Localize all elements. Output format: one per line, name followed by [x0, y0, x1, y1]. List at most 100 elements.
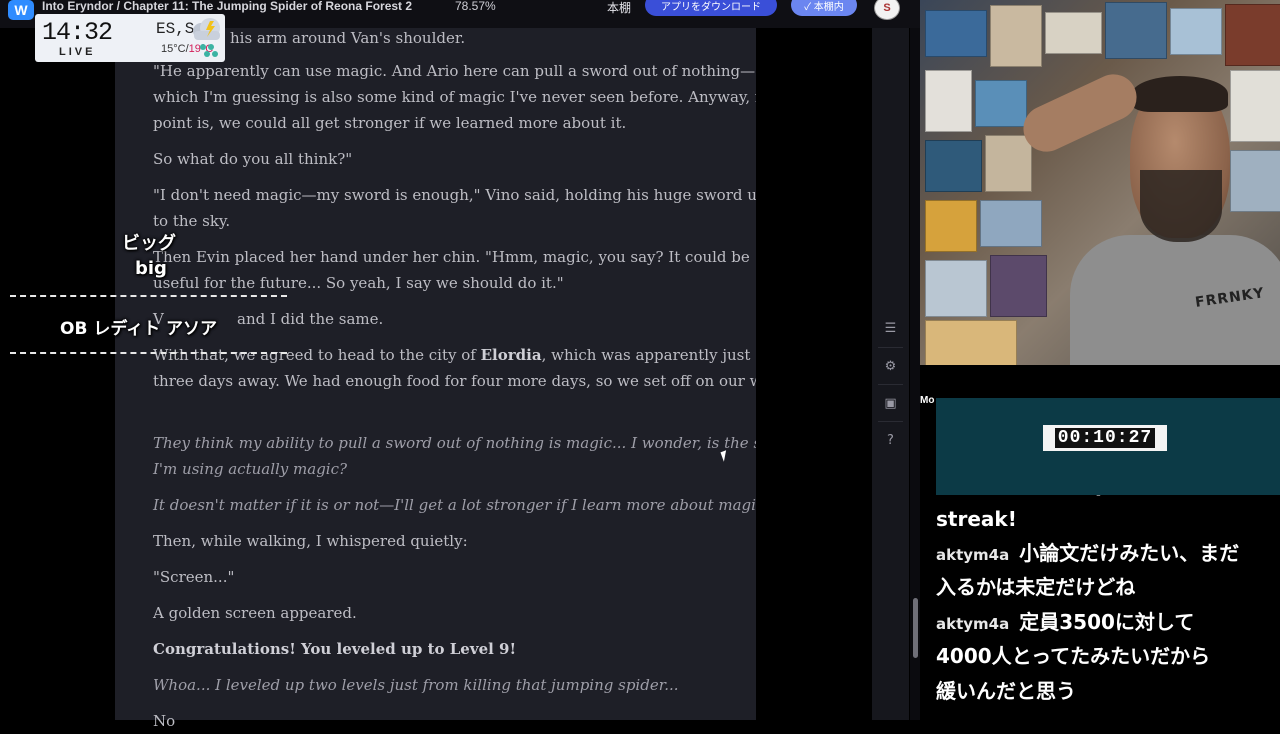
clock-widget: 14:32 LIVE ES,Sev 15°C/19°C [35, 14, 225, 62]
line-text: With that, we agreed to head to the city… [153, 346, 476, 364]
webcam-feed: FRRNKY [920, 0, 1280, 365]
divider [878, 384, 903, 385]
bookshelf-link[interactable]: 本棚 [607, 0, 631, 16]
chat-top-mask [980, 365, 1280, 397]
reader-paragraph-line: Then Evin placed her hand under her chin… [153, 244, 750, 270]
chat-message: 緩いんだと思う [936, 674, 1076, 708]
line-text: three days away. We had enough food for … [153, 372, 783, 390]
person-hair [1132, 76, 1228, 112]
chat-message: streak! [936, 502, 1017, 536]
reader-paragraph-line: Then, while walking, I whispered quietly… [153, 528, 723, 554]
line-text: A golden screen appeared. [153, 604, 357, 622]
line-text: Then Evin placed her hand under her chin… [153, 248, 750, 266]
poster [925, 200, 977, 252]
reader-paragraph-line: With that, we agreed to head to the city… [153, 342, 750, 368]
line-text: "Screen..." [153, 568, 235, 586]
line-text: They think my ability to pull a sword ou… [153, 434, 807, 452]
line-text: Congratulations! You leveled up to Level… [153, 640, 517, 658]
poster [975, 80, 1027, 127]
poster [1105, 2, 1167, 59]
caption-word-en: big [135, 258, 167, 279]
poster [990, 5, 1042, 67]
line-text: It doesn't matter if it is or not—I'll g… [153, 496, 809, 514]
chat-text: 入るかは未定だけどね [936, 575, 1136, 599]
reader-paragraph-line: to the sky. [153, 208, 723, 234]
divider [878, 421, 903, 422]
line-text: I'm using actually magic? [153, 460, 348, 478]
line-text: his arm around Van's shoulder. [230, 29, 466, 47]
chat-username[interactable]: aktym4a [936, 615, 1009, 633]
line-bold: Elordia [480, 346, 542, 364]
reader-paragraph-line: So what do you all think?" [153, 146, 723, 172]
help-icon[interactable]: ? [872, 428, 909, 452]
line-text: point is, we could all get stronger if w… [153, 114, 627, 132]
in-bookshelf-button[interactable]: ✓ 本棚内 [791, 0, 857, 16]
rain-cloud-icon [193, 18, 220, 57]
reader-paragraph-line: which I'm guessing is also some kind of … [153, 84, 778, 110]
chat-text: streak! [936, 507, 1017, 531]
line-text: to the sky. [153, 212, 231, 230]
divider [878, 347, 903, 348]
reader-paragraph-line: I'm using actually magic? [153, 456, 723, 482]
live-label: LIVE [59, 46, 96, 58]
poster [925, 10, 987, 57]
poster [985, 135, 1032, 192]
gutter [756, 28, 872, 720]
reader-paragraph-line: No [153, 708, 723, 734]
reader-paragraph-line: his arm around Van's shoulder. [230, 25, 800, 51]
chat-message: 入るかは未定だけどね [936, 570, 1135, 604]
chat-username[interactable]: aktym4a [936, 546, 1009, 564]
line-text: "He apparently can use magic. And Ario h… [153, 62, 756, 80]
chat-text: 小論文だけみたい、まだ [1019, 541, 1240, 565]
avatar[interactable]: S [874, 0, 900, 20]
reader-paragraph-line: They think my ability to pull a sword ou… [153, 430, 806, 456]
person-arm [1015, 66, 1145, 160]
poster [925, 70, 972, 132]
scroll-thumb[interactable] [913, 598, 918, 658]
gear-icon[interactable]: ⚙ [872, 354, 909, 378]
reader-paragraph-line: point is, we could all get stronger if w… [153, 110, 723, 136]
reader-paragraph-line: "I don't need magic—my sword is enough,"… [153, 182, 767, 208]
poster [1225, 4, 1280, 66]
list-icon[interactable]: ☰ [872, 316, 909, 340]
breadcrumb-title[interactable]: Into Eryndor / Chapter 11: The Jumping S… [42, 0, 412, 13]
app-logo[interactable]: W [8, 0, 34, 20]
reading-progress: 78.57% [455, 0, 496, 13]
reader-paragraph-line: "Screen..." [153, 564, 723, 590]
poster [980, 200, 1042, 247]
reader-paragraph-line: Congratulations! You leveled up to Level… [153, 636, 723, 662]
line-text: "I don't need magic—my sword is enough,"… [153, 186, 767, 204]
line-text: Then, while walking, I whispered quietly… [153, 532, 468, 550]
reader-paragraph-line: three days away. We had enough food for … [153, 368, 783, 394]
reader-paragraph-line: useful for the future... So yeah, I say … [153, 270, 723, 296]
caption-divider [10, 352, 287, 354]
person-beard [1140, 170, 1222, 242]
chat-panel: streams and sparked a watchstreak!aktym4… [920, 365, 1280, 720]
line-text: So what do you all think?" [153, 150, 353, 168]
chat-message: aktym4a 定員3500に対して [936, 605, 1194, 641]
stream-timer: 00:10:27 [1043, 425, 1167, 451]
poster [925, 260, 987, 317]
poster [925, 140, 982, 192]
timer-value: 00:10:27 [1054, 428, 1156, 448]
reader-paragraph-line: A golden screen appeared. [153, 600, 723, 626]
temp-low: 15°C [161, 43, 186, 55]
chat-text: 4000人とってたみたいだから [936, 644, 1211, 668]
poster [1230, 150, 1280, 212]
line-text: Whoa... I leveled up two levels just fro… [153, 676, 679, 694]
reader-paragraph-line: Whoa... I leveled up two levels just fro… [153, 672, 723, 698]
reader-paragraph-line: It doesn't matter if it is or not—I'll g… [153, 492, 808, 518]
scrollbar[interactable] [910, 28, 920, 720]
line-fragment: V [153, 310, 164, 328]
chat-message: 4000人とってたみたいだから [936, 639, 1210, 673]
poster [1045, 12, 1102, 54]
line-text: useful for the future... So yeah, I say … [153, 274, 564, 292]
chat-text: 定員3500に対して [1019, 610, 1195, 634]
chat-message: aktym4a 小論文だけみたい、まだ [936, 536, 1239, 572]
caption-word-jp: ビッグ [122, 233, 176, 254]
reader-toolbar: ☰ ⚙ ▣ ? [872, 28, 909, 720]
download-app-button[interactable]: アプリをダウンロード [645, 0, 777, 16]
line-text: , which was apparently just [541, 346, 751, 364]
bookmark-icon[interactable]: ▣ [872, 391, 909, 415]
line-text: which I'm guessing is also some kind of … [153, 88, 778, 106]
